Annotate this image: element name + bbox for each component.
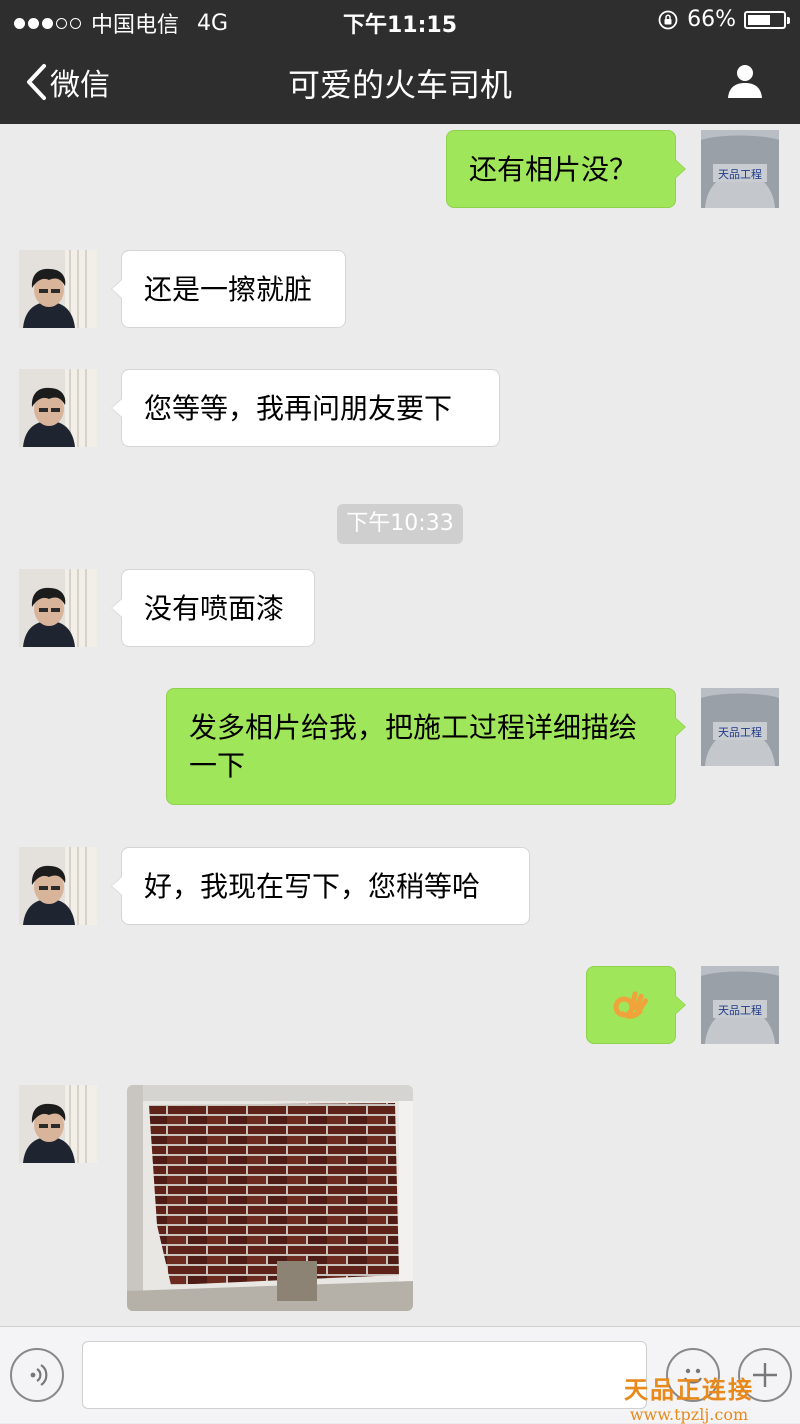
shirt-logo-text: 天品工程 [718,168,762,181]
message-bubble-incoming[interactable]: 没有喷面漆 [111,569,315,647]
shirt-logo-text: 天品工程 [718,1004,762,1017]
chat-area[interactable]: 还有相片没？ 天品工程 还是一擦就脏 您等等，我再问朋友要下 下午10:33 没… [0,124,800,1326]
contact-avatar[interactable] [19,1085,97,1163]
message-text: 还是一擦就脏 [144,273,313,306]
brick-wall-photo[interactable] [127,1085,413,1311]
message-bubble-outgoing[interactable]: 还有相片没？ [446,130,686,208]
message-input[interactable] [82,1341,647,1409]
watermark-url: www.tpzlj.com [629,1405,749,1424]
battery-percent: 66% [687,7,736,32]
message-bubble-outgoing[interactable] [586,966,686,1044]
status-bar: 中国电信 4G 下午11:15 66% [0,0,800,40]
message-text: 好，我现在写下，您稍等哈 [144,870,481,903]
message-text: 没有喷面漆 [144,592,285,625]
ok-hand-emoji-icon [613,991,649,1019]
rotation-lock-icon [658,10,678,29]
battery-icon [744,10,790,29]
nav-bar: 微信 可爱的火车司机 [0,40,800,124]
voice-icon [30,1364,48,1386]
contact-profile-button[interactable] [726,62,764,104]
message-bubble-incoming[interactable]: 好，我现在写下，您稍等哈 [111,847,530,925]
plus-icon [753,1363,777,1387]
timestamp-divider: 下午10:33 [337,504,463,544]
contact-avatar[interactable] [19,250,97,328]
message-text: 发多相片给我，把施工过程详细描绘一下 [189,711,638,782]
my-avatar[interactable]: 天品工程 [701,966,779,1044]
shirt-logo-text: 天品工程 [718,726,762,739]
message-bubble-incoming[interactable]: 还是一擦就脏 [111,250,346,328]
message-text: 还有相片没？ [469,153,638,186]
contact-avatar[interactable] [19,369,97,447]
message-bubble-incoming[interactable]: 您等等，我再问朋友要下 [111,369,500,447]
my-avatar[interactable]: 天品工程 [701,688,779,766]
person-icon [728,65,762,98]
chat-title: 可爱的火车司机 [287,66,512,104]
voice-input-button[interactable] [10,1348,64,1402]
message-text: 您等等，我再问朋友要下 [144,392,453,425]
message-bubble-outgoing[interactable]: 发多相片给我，把施工过程详细描绘一下 [166,688,686,805]
watermark: 天品正连接 www.tpzlj.com [624,1370,754,1424]
contact-avatar[interactable] [19,847,97,925]
watermark-title: 天品正连接 [624,1375,754,1404]
my-avatar[interactable]: 天品工程 [701,130,779,208]
contact-avatar[interactable] [19,569,97,647]
